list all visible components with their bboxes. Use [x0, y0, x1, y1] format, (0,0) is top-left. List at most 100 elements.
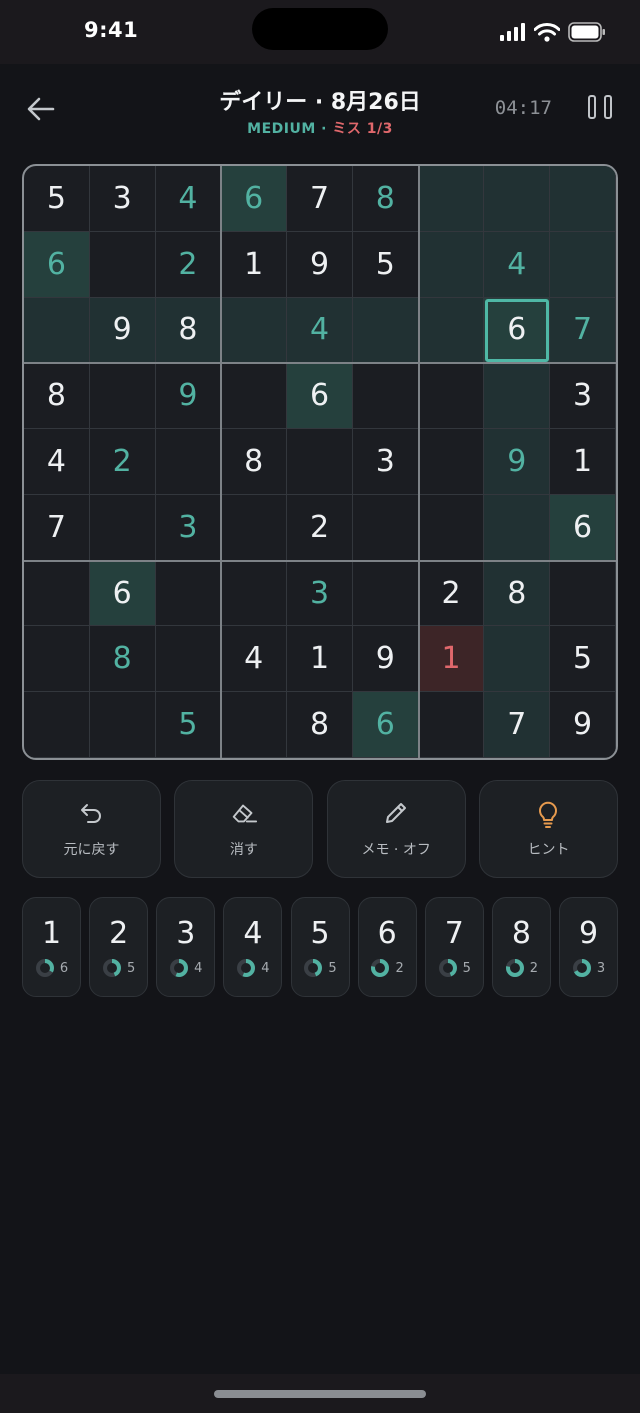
cell-r9-c3[interactable]: 5	[155, 692, 222, 758]
cell-r8-c8[interactable]	[484, 626, 551, 693]
erase-button[interactable]: 消す	[174, 780, 314, 878]
cell-r6-c8[interactable]	[484, 494, 551, 561]
cell-r2-c7[interactable]	[418, 231, 485, 298]
cell-r7-c7[interactable]: 2	[418, 560, 485, 627]
cell-r4-c3[interactable]: 9	[155, 363, 222, 430]
cell-r2-c3[interactable]: 2	[155, 231, 222, 298]
cell-r1-c2[interactable]: 3	[89, 166, 156, 232]
cell-r4-c4[interactable]	[221, 363, 288, 430]
cell-r3-c3[interactable]: 8	[155, 297, 222, 364]
cell-r1-c3[interactable]: 4	[155, 166, 222, 232]
cell-r3-c4[interactable]	[221, 297, 288, 364]
cell-r4-c9[interactable]: 3	[550, 363, 616, 430]
cell-r5-c9[interactable]: 1	[550, 429, 616, 495]
cell-r8-c1[interactable]	[24, 626, 90, 693]
cell-r9-c2[interactable]	[89, 692, 156, 758]
cell-r5-c4[interactable]: 8	[221, 429, 288, 495]
cell-r8-c4[interactable]: 4	[221, 626, 288, 693]
box-divider-horizontal	[24, 362, 616, 365]
cell-r8-c7[interactable]: 1	[418, 626, 485, 693]
number-key-7[interactable]: 75	[424, 897, 484, 997]
cell-r8-c6[interactable]: 9	[352, 626, 419, 693]
cell-r1-c1[interactable]: 5	[24, 166, 90, 232]
cell-r4-c1[interactable]: 8	[24, 363, 90, 430]
cell-r6-c2[interactable]	[89, 494, 156, 561]
cell-r6-c7[interactable]	[418, 494, 485, 561]
cell-r9-c1[interactable]	[24, 692, 90, 758]
dynamic-island	[252, 8, 388, 50]
cell-r3-c5[interactable]: 4	[287, 297, 353, 364]
cell-r6-c6[interactable]	[352, 494, 419, 561]
hint-button[interactable]: ヒント	[478, 780, 618, 878]
cell-r9-c6[interactable]: 6	[352, 692, 419, 758]
cell-r6-c1[interactable]: 7	[24, 494, 90, 561]
cell-r2-c8[interactable]: 4	[484, 231, 551, 298]
cell-r5-c1[interactable]: 4	[24, 429, 90, 495]
number-key-9[interactable]: 93	[559, 897, 618, 997]
cell-r7-c8[interactable]: 8	[484, 560, 551, 627]
cell-r8-c2[interactable]: 8	[89, 626, 156, 693]
cell-r7-c6[interactable]	[352, 560, 419, 627]
cell-r9-c4[interactable]	[221, 692, 288, 758]
cell-r8-c5[interactable]: 1	[287, 626, 353, 693]
cell-r7-c9[interactable]	[550, 560, 616, 627]
cell-r3-c2[interactable]: 9	[89, 297, 156, 364]
number-key-4[interactable]: 44	[223, 897, 283, 997]
cell-r3-c6[interactable]	[352, 297, 419, 364]
cell-r5-c7[interactable]	[418, 429, 485, 495]
number-key-6[interactable]: 62	[357, 897, 417, 997]
cell-r9-c7[interactable]	[418, 692, 485, 758]
cell-r2-c4[interactable]: 1	[221, 231, 288, 298]
number-key-digit: 7	[444, 916, 464, 951]
cell-r2-c9[interactable]	[550, 231, 616, 298]
cell-r5-c5[interactable]	[287, 429, 353, 495]
home-indicator[interactable]	[214, 1390, 426, 1398]
number-key-3[interactable]: 34	[156, 897, 216, 997]
cell-r5-c8[interactable]: 9	[484, 429, 551, 495]
cell-r6-c4[interactable]	[221, 494, 288, 561]
cell-r9-c9[interactable]: 9	[550, 692, 616, 758]
cell-r4-c2[interactable]	[89, 363, 156, 430]
number-key-5[interactable]: 55	[290, 897, 350, 997]
cell-r2-c2[interactable]	[89, 231, 156, 298]
notes-toggle-button[interactable]: メモ · オフ	[326, 780, 466, 878]
cell-r9-c5[interactable]: 8	[287, 692, 353, 758]
cell-r1-c4[interactable]: 6	[221, 166, 288, 232]
number-key-8[interactable]: 82	[491, 897, 551, 997]
undo-button[interactable]: 元に戻す	[22, 780, 161, 878]
cell-r6-c5[interactable]: 2	[287, 494, 353, 561]
cell-r2-c5[interactable]: 9	[287, 231, 353, 298]
cell-r5-c2[interactable]: 2	[89, 429, 156, 495]
cell-r3-c8[interactable]: 6	[484, 297, 551, 364]
back-button[interactable]	[24, 92, 58, 126]
cell-r9-c8[interactable]: 7	[484, 692, 551, 758]
cell-r8-c9[interactable]: 5	[550, 626, 616, 693]
cell-r3-c9[interactable]: 7	[550, 297, 616, 364]
cell-r4-c8[interactable]	[484, 363, 551, 430]
cell-r5-c3[interactable]	[155, 429, 222, 495]
cell-r1-c9[interactable]	[550, 166, 616, 232]
cell-r4-c7[interactable]	[418, 363, 485, 430]
cell-r7-c1[interactable]	[24, 560, 90, 627]
cell-r6-c3[interactable]: 3	[155, 494, 222, 561]
cell-r2-c1[interactable]: 6	[24, 231, 90, 298]
cell-r7-c2[interactable]: 6	[89, 560, 156, 627]
cell-r4-c5[interactable]: 6	[287, 363, 353, 430]
cell-r8-c3[interactable]	[155, 626, 222, 693]
cell-r2-c6[interactable]: 5	[352, 231, 419, 298]
cell-r5-c6[interactable]: 3	[352, 429, 419, 495]
cell-r3-c1[interactable]	[24, 297, 90, 364]
cell-r1-c7[interactable]	[418, 166, 485, 232]
cell-r4-c6[interactable]	[352, 363, 419, 430]
cell-r3-c7[interactable]	[418, 297, 485, 364]
number-key-2[interactable]: 25	[89, 897, 149, 997]
cell-r1-c6[interactable]: 8	[352, 166, 419, 232]
cell-r6-c9[interactable]: 6	[550, 494, 616, 561]
cell-r7-c5[interactable]: 3	[287, 560, 353, 627]
cell-r7-c3[interactable]	[155, 560, 222, 627]
number-key-1[interactable]: 16	[22, 897, 81, 997]
cell-r7-c4[interactable]	[221, 560, 288, 627]
cell-r1-c5[interactable]: 7	[287, 166, 353, 232]
cell-r1-c8[interactable]	[484, 166, 551, 232]
pause-button[interactable]	[588, 95, 612, 121]
